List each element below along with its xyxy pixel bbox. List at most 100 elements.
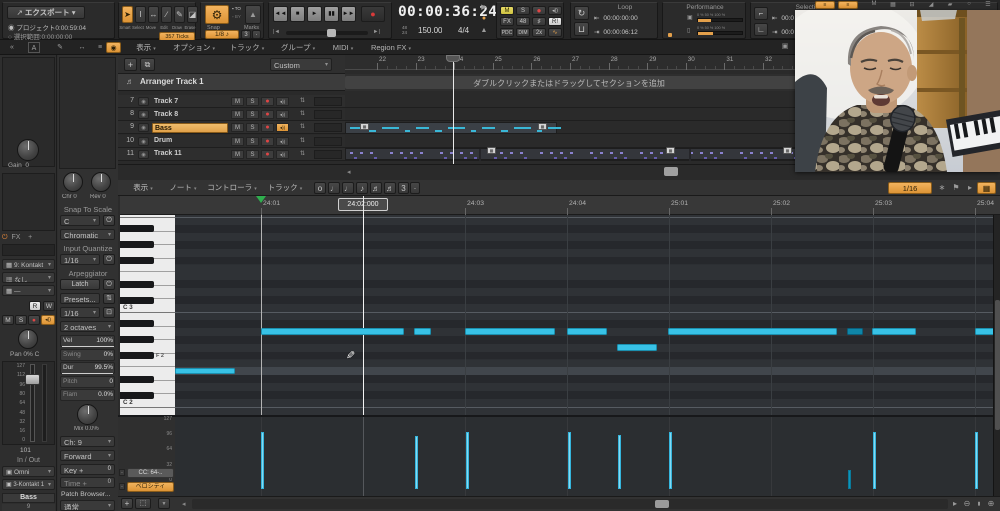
win-tool-button-1[interactable]: ≡ [815, 1, 835, 9]
velocity-bar[interactable] [466, 432, 469, 489]
menu-tab-4[interactable]: MIDI ▾ [326, 42, 360, 53]
lane-expand-icon[interactable]: ⇅ [296, 97, 309, 106]
black-key[interactable] [120, 257, 154, 264]
track-name[interactable]: Drum [152, 136, 228, 146]
controller-lane-tab[interactable]: CC: 64-.. [127, 468, 174, 478]
add-lane-button[interactable]: + [121, 498, 133, 509]
pencil-icon[interactable]: ✎ [52, 42, 68, 53]
clip-fx-badge[interactable]: ▦ [783, 147, 792, 154]
selection-start-icon[interactable]: ⌐ [754, 7, 768, 20]
piano-keyboard[interactable]: C 3F 2C 2 [120, 215, 175, 415]
win-icon-5[interactable]: ○ [961, 1, 977, 9]
mix--button[interactable]: ◂)) [548, 6, 562, 15]
track-solo-button[interactable]: S [246, 150, 259, 159]
midi-note[interactable] [465, 328, 555, 334]
menu-tab-5[interactable]: Region FX ▾ [365, 42, 417, 53]
track-echo-button[interactable]: ◂)) [276, 137, 289, 146]
win-icon-6[interactable]: ☰ [980, 1, 996, 9]
win-icon-2[interactable]: ⊟ [904, 1, 920, 9]
clip-fx-badge[interactable]: ▦ [487, 147, 496, 154]
collapse-icon[interactable]: « [4, 42, 20, 53]
lane-select-button[interactable]: ⬚ [135, 498, 151, 509]
tool-draw-button[interactable]: ✎ [174, 6, 185, 23]
mix-fx-button[interactable]: FX [500, 17, 514, 26]
arranger-track-row[interactable]: ♬ Arranger Track 1 [118, 74, 345, 91]
arp-power-button[interactable]: ⏻ [103, 279, 115, 290]
selection-end-value[interactable]: ⇥ 00:0 [772, 28, 794, 36]
fader-handle[interactable] [25, 374, 40, 385]
mix-s-button[interactable]: S [516, 6, 530, 15]
track-name[interactable]: Track 8 [152, 110, 228, 120]
write-automation-button[interactable]: W [43, 301, 55, 311]
pr-menu-0[interactable]: 表示 ▾ [126, 182, 160, 194]
tempo-value[interactable]: 150.00 [418, 26, 442, 35]
mix--button[interactable]: ∿ [548, 28, 562, 37]
pause-button[interactable]: ▮▮ [324, 6, 339, 22]
menu-tab-0[interactable]: 表示 ▾ [128, 42, 164, 53]
velocity-bar[interactable] [873, 432, 876, 489]
reverb-knob[interactable] [91, 172, 111, 192]
fit-icon[interactable]: ↔ [74, 42, 90, 53]
chorus-knob[interactable] [63, 172, 83, 192]
rewind-button[interactable]: ◄◄ [273, 6, 288, 22]
pr-dot-button[interactable]: . [410, 182, 420, 194]
loop-end-value[interactable]: ⇥ 00:00:06:12 [594, 28, 638, 36]
input-select[interactable]: ▣ Omni▾ [2, 466, 55, 477]
clip-fx-badge[interactable]: ▦ [360, 123, 369, 130]
go-start-button[interactable]: |◄ [273, 29, 283, 37]
velocity-bar[interactable] [848, 470, 851, 489]
punch-toggle-button[interactable]: ⊔ [574, 22, 589, 36]
win-icon-1[interactable]: ▦ [885, 1, 901, 9]
synth-select[interactable]: ▦ 9: Kontakt▾ [2, 259, 55, 270]
lane-collapse-icon[interactable]: − [119, 469, 125, 476]
record-button[interactable]: ● [361, 6, 385, 22]
mix-pdc-button[interactable]: PDC [500, 28, 514, 37]
scroll-right-icon[interactable]: ▸ [950, 499, 960, 509]
snap-resolution-button[interactable]: 1/8 ♪ [205, 30, 239, 39]
midi-channel-select[interactable]: Ch: 9▾ [60, 436, 115, 447]
track-echo-button[interactable]: ◂)) [276, 97, 289, 106]
track-arm-button[interactable]: ● [261, 110, 274, 119]
track-echo-button[interactable]: ◂)) [276, 110, 289, 119]
track-arm-button[interactable]: ● [261, 137, 274, 146]
marks-button[interactable]: ▲ [245, 5, 261, 24]
velocity-bar[interactable] [261, 432, 264, 489]
mix--button[interactable]: ♯ [532, 17, 546, 26]
snap-button[interactable]: ⚙ [205, 5, 229, 24]
metronome-icon[interactable]: ▲ [478, 27, 490, 37]
tool-move-button[interactable]: ↔ [148, 6, 159, 23]
black-key[interactable] [120, 392, 154, 399]
pr-menu-1[interactable]: ノート ▾ [166, 182, 200, 194]
black-key[interactable] [120, 376, 154, 383]
win-icon-4[interactable]: ▰ [942, 1, 958, 9]
arranger-duplicate-button[interactable]: ⧉ [140, 58, 155, 71]
scale-power-button[interactable]: ⏻ [103, 215, 115, 226]
direction-select[interactable]: Forward▾ [60, 450, 115, 461]
snap-by-toggle[interactable]: ▫ BY [232, 14, 241, 19]
patch-browser-link[interactable]: Patch Browser... [61, 491, 116, 498]
lane-expand-icon[interactable]: ⇅ [296, 137, 309, 146]
loop-marker[interactable] [256, 196, 266, 203]
pr-time-ruler[interactable]: 24:0124:02:00024:0324:0425:0125:0225:032… [118, 196, 1000, 215]
tool-erase-button[interactable]: ◪ [187, 6, 198, 23]
fx-add-button[interactable]: + [28, 234, 32, 241]
velocity-lane[interactable] [175, 415, 993, 496]
lane-expand-icon[interactable]: ⇅ [296, 123, 309, 132]
track-name[interactable]: Track 11 [152, 149, 228, 159]
lane-expand-icon[interactable]: ⇅ [296, 110, 309, 119]
track-row[interactable]: 8◉Track 8MS●◂))⇅ [118, 108, 345, 121]
flag-icon[interactable]: ⚑ [950, 183, 962, 194]
track-mute-button[interactable]: M [231, 137, 244, 146]
velocity-bar[interactable] [618, 435, 621, 490]
arranger-preset-select[interactable]: Custom▾ [270, 58, 332, 71]
arp-slider-swing[interactable]: Swing0% [60, 349, 115, 361]
track-solo-button[interactable]: S [246, 97, 259, 106]
output-select[interactable]: ▣ 3-Kontakt 1▾ [2, 479, 55, 490]
track-mute-button[interactable]: M [231, 150, 244, 159]
play-button[interactable]: ► [307, 6, 322, 22]
mix--button[interactable]: ● [532, 6, 546, 15]
fx-none-select[interactable]: ▦ なし▾ [2, 272, 55, 283]
mix-dim-button[interactable]: DIM [516, 28, 530, 37]
clip-fx-badge[interactable]: ▦ [666, 147, 675, 154]
solo-button[interactable]: S [15, 315, 27, 325]
